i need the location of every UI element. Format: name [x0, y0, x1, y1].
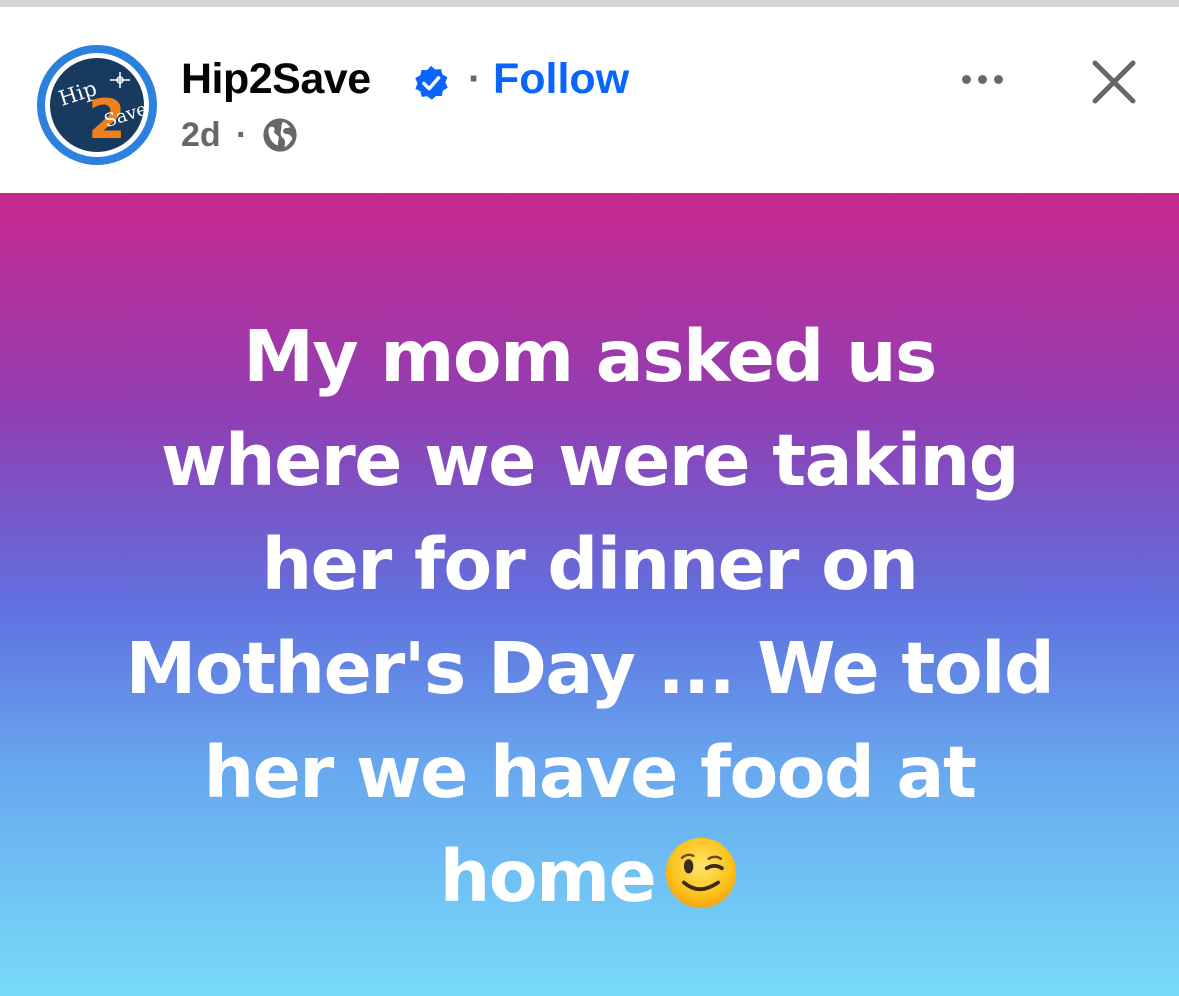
post-header: Hip 2 Save Hip2Save · Follow 2d ·	[0, 7, 1179, 193]
post-text-line: My mom asked us	[243, 315, 937, 398]
post-text-last-line: home	[60, 825, 1119, 929]
meta-separator-dot: ·	[236, 116, 248, 154]
verified-badge-icon	[415, 65, 448, 100]
separator-dot: ·	[468, 57, 482, 101]
post-timestamp[interactable]: 2d	[181, 115, 221, 155]
post-text: My mom asked us where we were taking her…	[60, 305, 1119, 929]
top-divider	[0, 0, 1179, 7]
more-options-icon[interactable]	[950, 57, 1014, 101]
post-text-line: her we have food at	[203, 731, 977, 814]
post-text-line: home	[439, 835, 657, 918]
page-avatar[interactable]: Hip 2 Save	[37, 45, 157, 165]
post-text-line: where we were taking	[160, 419, 1020, 502]
winking-face-emoji-icon	[666, 837, 737, 909]
follow-button[interactable]: Follow	[493, 53, 629, 105]
post-text-line: her for dinner on	[261, 523, 919, 606]
page-name[interactable]: Hip2Save	[181, 53, 371, 105]
hip2save-logo: Hip 2 Save	[50, 58, 144, 152]
close-icon[interactable]	[1086, 54, 1142, 110]
globe-icon[interactable]	[261, 116, 299, 154]
post-text-line: Mother's Day ... We told	[125, 627, 1055, 710]
post-background[interactable]: My mom asked us where we were taking her…	[0, 193, 1179, 996]
